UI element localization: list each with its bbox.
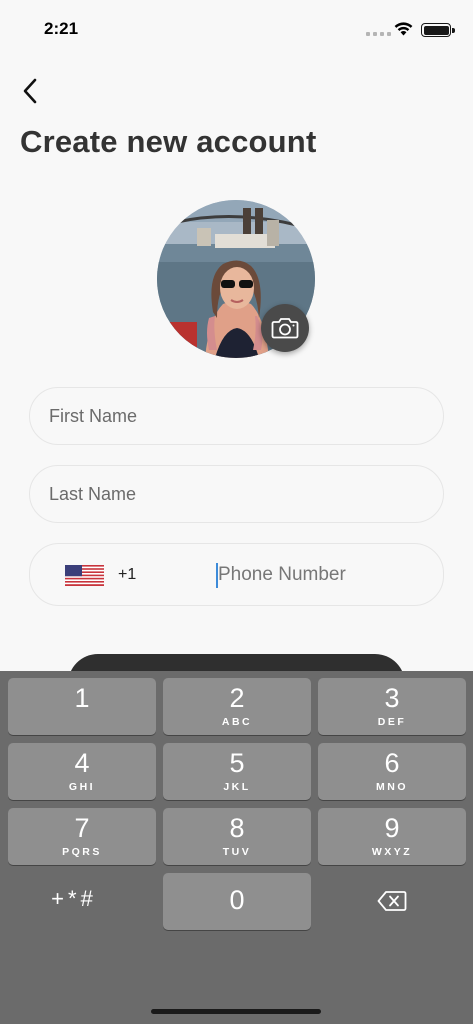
country-code[interactable]: +1 (118, 566, 136, 584)
key-letters: MNO (376, 781, 408, 793)
cellular-signal-icon (366, 32, 391, 36)
page-title: Create new account (20, 124, 317, 159)
numeric-keypad: 1 2 ABC 3 DEF 4 GHI 5 JKL 6 MNO 7 PQRS 8… (0, 671, 473, 1024)
camera-icon (271, 318, 299, 339)
battery-icon (421, 23, 455, 37)
key-6[interactable]: 6 MNO (318, 743, 466, 800)
key-5[interactable]: 5 JKL (163, 743, 311, 800)
key-number: 8 (229, 813, 245, 843)
key-4[interactable]: 4 GHI (8, 743, 156, 800)
key-9[interactable]: 9 WXYZ (318, 808, 466, 865)
key-7[interactable]: 7 PQRS (8, 808, 156, 865)
key-number: 1 (74, 683, 90, 713)
key-symbols[interactable]: +*# (0, 873, 148, 930)
change-photo-button[interactable] (261, 304, 309, 352)
phone-number-placeholder: Phone Number (218, 564, 346, 585)
phone-number-field[interactable]: +1 Phone Number (29, 543, 444, 606)
key-number: 5 (229, 748, 245, 778)
home-indicator[interactable] (151, 1009, 321, 1014)
key-number: +*# (51, 886, 97, 911)
key-letters: ABC (221, 716, 253, 728)
delete-key[interactable] (318, 873, 466, 930)
backspace-icon (377, 891, 407, 911)
last-name-placeholder: Last Name (49, 483, 137, 504)
key-letters: GHI (68, 781, 96, 793)
key-1[interactable]: 1 (8, 678, 156, 735)
key-letters: JKL (223, 781, 251, 793)
key-2[interactable]: 2 ABC (163, 678, 311, 735)
key-number: 0 (229, 885, 245, 915)
key-number: 9 (384, 813, 400, 843)
key-number: 6 (384, 748, 400, 778)
key-number: 4 (74, 748, 90, 778)
key-8[interactable]: 8 TUV (163, 808, 311, 865)
wifi-icon (394, 22, 413, 36)
key-letters: PQRS (62, 846, 102, 858)
first-name-field[interactable]: First Name (29, 387, 444, 445)
first-name-placeholder: First Name (49, 405, 138, 426)
key-number: 2 (229, 683, 245, 713)
key-3[interactable]: 3 DEF (318, 678, 466, 735)
us-flag-icon[interactable] (65, 565, 104, 586)
key-0[interactable]: 0 (163, 873, 311, 930)
key-number: 3 (384, 683, 400, 713)
status-bar: 2:21 (0, 0, 473, 56)
key-letters: WXYZ (371, 846, 413, 858)
key-letters: TUV (222, 846, 252, 858)
status-time: 2:21 (44, 19, 79, 38)
key-letters: DEF (377, 716, 407, 728)
key-number: 7 (74, 813, 90, 843)
last-name-field[interactable]: Last Name (29, 465, 444, 523)
chevron-left-icon (23, 78, 37, 104)
back-button[interactable] (14, 74, 46, 108)
